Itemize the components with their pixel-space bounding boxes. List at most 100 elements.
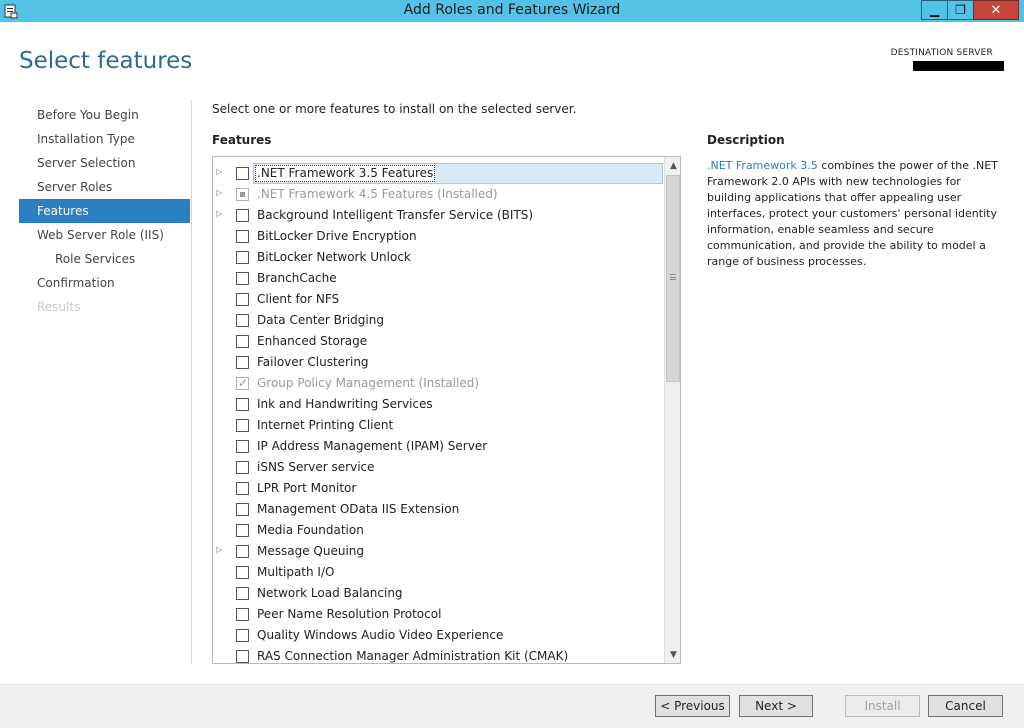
description-text: .NET Framework 3.5 combines the power of… <box>707 158 1007 270</box>
feature-checkbox[interactable] <box>236 482 249 495</box>
feature-row[interactable]: Multipath I/O <box>213 562 664 583</box>
nav-item-server-roles[interactable]: Server Roles <box>19 175 190 199</box>
feature-label: IP Address Management (IPAM) Server <box>257 439 488 453</box>
nav-item-features[interactable]: Features <box>19 199 190 223</box>
feature-row[interactable]: BitLocker Drive Encryption <box>213 226 664 247</box>
feature-row[interactable]: Quality Windows Audio Video Experience <box>213 625 664 646</box>
feature-label: Client for NFS <box>257 292 340 306</box>
feature-checkbox[interactable] <box>236 524 249 537</box>
nav-item-confirmation[interactable]: Confirmation <box>19 271 190 295</box>
feature-row[interactable]: IP Address Management (IPAM) Server <box>213 436 664 457</box>
description-link[interactable]: .NET Framework 3.5 <box>707 159 818 172</box>
feature-row[interactable]: ▷ .NET Framework 3.5 Features <box>213 163 664 184</box>
previous-button[interactable]: < Previous <box>655 695 730 717</box>
feature-row[interactable]: ✓ Group Policy Management (Installed) <box>213 373 664 394</box>
cancel-button[interactable]: Cancel <box>928 695 1003 717</box>
scrollbar-thumb[interactable] <box>666 175 680 382</box>
feature-row[interactable]: RAS Connection Manager Administration Ki… <box>213 646 664 663</box>
feature-label: BitLocker Network Unlock <box>257 250 411 264</box>
feature-row[interactable]: Data Center Bridging <box>213 310 664 331</box>
feature-checkbox[interactable] <box>236 230 249 243</box>
feature-checkbox[interactable] <box>236 398 249 411</box>
destination-server-redacted <box>913 61 1004 71</box>
feature-checkbox[interactable] <box>236 272 249 285</box>
next-button[interactable]: Next > <box>739 695 813 717</box>
feature-checkbox[interactable] <box>236 167 249 180</box>
feature-checkbox: ✓ <box>236 376 249 390</box>
feature-checkbox[interactable] <box>236 419 249 432</box>
minimize-button[interactable]: ▁ <box>921 0 948 20</box>
feature-checkbox[interactable] <box>236 251 249 264</box>
expand-arrow-icon[interactable]: ▷ <box>216 209 222 218</box>
nav-item-installation-type[interactable]: Installation Type <box>19 127 190 151</box>
feature-row[interactable]: BranchCache <box>213 268 664 289</box>
feature-label: RAS Connection Manager Administration Ki… <box>257 649 569 663</box>
feature-row[interactable]: BitLocker Network Unlock <box>213 247 664 268</box>
feature-checkbox[interactable] <box>236 608 249 621</box>
feature-row[interactable]: Enhanced Storage <box>213 331 664 352</box>
restore-icon: ❐ <box>955 3 966 17</box>
page-title: Select features <box>19 48 193 74</box>
feature-checkbox[interactable] <box>236 440 249 453</box>
feature-row[interactable]: Media Foundation <box>213 520 664 541</box>
feature-row[interactable]: LPR Port Monitor <box>213 478 664 499</box>
feature-row[interactable]: ▷ Background Intelligent Transfer Service… <box>213 205 664 226</box>
partial-check-icon <box>240 192 245 197</box>
restore-button[interactable]: ❐ <box>947 0 974 20</box>
feature-checkbox[interactable] <box>236 461 249 474</box>
minimize-icon: ▁ <box>929 3 940 17</box>
feature-checkbox <box>236 188 249 201</box>
feature-label: Media Foundation <box>257 523 364 537</box>
nav-item-before-you-begin[interactable]: Before You Begin <box>19 103 190 127</box>
feature-label: Message Queuing <box>257 544 365 558</box>
feature-row[interactable]: Failover Clustering <box>213 352 664 373</box>
feature-checkbox[interactable] <box>236 293 249 306</box>
close-button[interactable]: ✕ <box>973 0 1019 20</box>
feature-row[interactable]: Network Load Balancing <box>213 583 664 604</box>
nav-item-server-selection[interactable]: Server Selection <box>19 151 190 175</box>
features-scrollbar[interactable]: ▲ ▼ <box>664 157 680 663</box>
feature-row[interactable]: ▷ .NET Framework 4.5 Features (Installed) <box>213 184 664 205</box>
feature-label: Enhanced Storage <box>257 334 368 348</box>
feature-checkbox[interactable] <box>236 545 249 558</box>
feature-checkbox[interactable] <box>236 650 249 663</box>
window-title: Add Roles and Features Wizard <box>403 2 621 18</box>
feature-checkbox[interactable] <box>236 356 249 369</box>
feature-row[interactable]: Internet Printing Client <box>213 415 664 436</box>
expand-arrow-icon[interactable]: ▷ <box>216 545 222 554</box>
scroll-down-icon[interactable]: ▼ <box>665 646 680 663</box>
feature-label: LPR Port Monitor <box>257 481 357 495</box>
feature-checkbox[interactable] <box>236 587 249 600</box>
feature-label: iSNS Server service <box>257 460 375 474</box>
feature-label: .NET Framework 3.5 Features <box>255 165 436 182</box>
expand-arrow-icon[interactable]: ▷ <box>216 167 222 176</box>
feature-label: Quality Windows Audio Video Experience <box>257 628 504 642</box>
feature-row[interactable]: ▷ Message Queuing <box>213 541 664 562</box>
feature-row[interactable]: Management OData IIS Extension <box>213 499 664 520</box>
nav-divider <box>191 100 192 664</box>
feature-row[interactable]: Ink and Handwriting Services <box>213 394 664 415</box>
feature-checkbox[interactable] <box>236 314 249 327</box>
feature-checkbox[interactable] <box>236 503 249 516</box>
expand-arrow-icon[interactable]: ▷ <box>216 188 222 197</box>
nav-item-web-server-role-iis[interactable]: Web Server Role (IIS) <box>19 223 190 247</box>
grip-icon <box>670 274 676 280</box>
feature-checkbox[interactable] <box>236 566 249 579</box>
description-body: combines the power of the .NET Framework… <box>707 159 998 268</box>
feature-label: BitLocker Drive Encryption <box>257 229 417 243</box>
feature-checkbox[interactable] <box>236 209 249 222</box>
feature-checkbox[interactable] <box>236 335 249 348</box>
feature-label: Data Center Bridging <box>257 313 384 327</box>
feature-label: BranchCache <box>257 271 337 285</box>
feature-label: .NET Framework 4.5 Features (Installed) <box>257 187 498 201</box>
feature-row[interactable]: Peer Name Resolution Protocol <box>213 604 664 625</box>
feature-label: Management OData IIS Extension <box>257 502 460 516</box>
destination-server-label: DESTINATION SERVER <box>890 48 993 58</box>
feature-row[interactable]: iSNS Server service <box>213 457 664 478</box>
install-button[interactable]: Install <box>845 695 920 717</box>
feature-label: Multipath I/O <box>257 565 335 579</box>
feature-row[interactable]: Client for NFS <box>213 289 664 310</box>
nav-item-role-services[interactable]: Role Services <box>19 247 190 271</box>
feature-checkbox[interactable] <box>236 629 249 642</box>
scroll-up-icon[interactable]: ▲ <box>665 157 680 174</box>
